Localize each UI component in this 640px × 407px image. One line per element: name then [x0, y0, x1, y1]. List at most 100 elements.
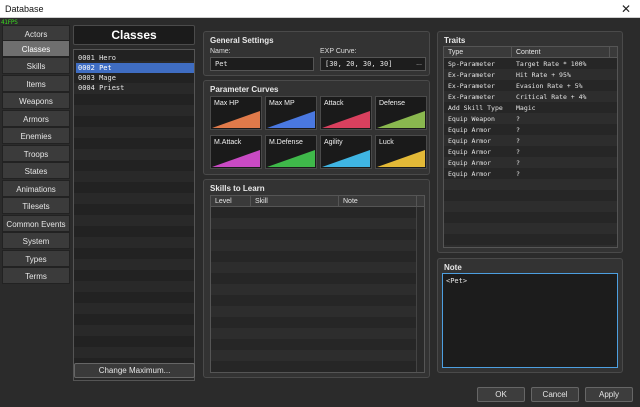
trait-content: ?	[516, 170, 520, 178]
general-settings-group: General Settings Name: Pet EXP Curve: [3…	[203, 31, 430, 76]
parameter-curves-group: Parameter Curves Max HP Max MP Attack Defen…	[203, 80, 430, 175]
trait-type: Equip Armor	[448, 159, 492, 167]
sidebar-item-skills[interactable]: Skills	[2, 57, 70, 74]
exp-curve-edit-button[interactable]: ...	[414, 59, 424, 69]
trait-content: Critical Rate + 4%	[516, 93, 587, 101]
note-textarea[interactable]: <Pet>	[442, 273, 618, 368]
param-curve-graph	[267, 111, 315, 128]
trait-content: Evasion Rate + 5%	[516, 82, 583, 90]
trait-row[interactable]: Add Skill Type Magic	[444, 103, 617, 114]
cancel-button[interactable]: Cancel	[531, 387, 579, 402]
sidebar-item-terms[interactable]: Terms	[2, 267, 70, 284]
exp-curve-field[interactable]: [30, 20, 30, 30] ...	[320, 57, 426, 71]
param-curve-luck[interactable]: Luck	[375, 135, 427, 169]
trait-row[interactable]: Equip Armor?	[444, 147, 617, 158]
param-curve-attack[interactable]: Attack	[320, 96, 372, 130]
trait-row[interactable]: Ex-Parameter Evasion Rate + 5%	[444, 81, 617, 92]
apply-button[interactable]: Apply	[585, 387, 633, 402]
skills-table[interactable]: Level Skill Note	[210, 195, 425, 373]
param-curve-label: Agility	[324, 139, 343, 146]
sidebar-item-troops[interactable]: Troops	[2, 145, 70, 162]
sidebar-item-animations[interactable]: Animations	[2, 180, 70, 197]
column-header-content[interactable]: Content	[512, 47, 610, 58]
trait-type: Equip Armor	[448, 170, 492, 178]
column-header-note[interactable]: Note	[339, 196, 417, 207]
param-curve-graph	[212, 150, 260, 167]
trait-content: ?	[516, 148, 520, 156]
exp-curve-value: [30, 20, 30, 30]	[325, 60, 393, 68]
param-curve-max-mp[interactable]: Max MP	[265, 96, 317, 130]
traits-group: Traits Type Content Sp-Parameter Target R…	[437, 31, 623, 253]
trait-row[interactable]: Equip Weapon?	[444, 114, 617, 125]
trait-content: Magic	[516, 104, 536, 112]
trait-content: Target Rate * 100%	[516, 60, 587, 68]
param-curve-m-defense[interactable]: M.Defense	[265, 135, 317, 169]
sidebar-item-types[interactable]: Types	[2, 250, 70, 267]
skills-scrollbar[interactable]	[416, 207, 424, 372]
class-list[interactable]: 0001 Hero 0002 Pet 0003 Mage 0004 Priest	[73, 49, 195, 381]
class-item-priest[interactable]: 0004 Priest	[76, 83, 194, 93]
param-curve-graph	[377, 111, 425, 128]
column-header-level[interactable]: Level	[211, 196, 251, 207]
trait-type: Ex-Parameter	[448, 71, 495, 79]
exp-curve-label: EXP Curve:	[320, 48, 357, 55]
trait-type: Equip Armor	[448, 148, 492, 156]
trait-content: Hit Rate + 95%	[516, 71, 571, 79]
trait-content: ?	[516, 159, 520, 167]
sidebar-item-common-events[interactable]: Common Events	[2, 215, 70, 232]
change-maximum-button[interactable]: Change Maximum...	[74, 363, 195, 378]
param-curve-label: M.Defense	[269, 139, 303, 146]
param-curve-m-attack[interactable]: M.Attack	[210, 135, 262, 169]
trait-row[interactable]: Sp-Parameter Target Rate * 100%	[444, 59, 617, 70]
sidebar-item-armors[interactable]: Armors	[2, 110, 70, 127]
sidebar-item-items[interactable]: Items	[2, 75, 70, 92]
name-field[interactable]: Pet	[210, 57, 314, 71]
sidebar-item-classes[interactable]: Classes	[2, 40, 70, 57]
param-curve-defense[interactable]: Defense	[375, 96, 427, 130]
sidebar-item-weapons[interactable]: Weapons	[2, 92, 70, 109]
trait-row[interactable]: Equip Armor?	[444, 125, 617, 136]
trait-row[interactable]: Equip Armor?	[444, 136, 617, 147]
param-curve-fill	[377, 150, 425, 167]
param-curve-label: Max MP	[269, 100, 295, 107]
close-icon[interactable]: ✕	[612, 0, 640, 18]
trait-type: Ex-Parameter	[448, 93, 495, 101]
general-settings-title: General Settings	[210, 36, 274, 45]
trait-type: Add Skill Type	[448, 104, 503, 112]
traits-title: Traits	[444, 36, 466, 45]
sidebar-item-system[interactable]: System	[2, 232, 70, 249]
param-curve-label: Attack	[324, 100, 344, 107]
trait-row[interactable]: Ex-Parameter Hit Rate + 95%	[444, 70, 617, 81]
skills-table-body[interactable]	[211, 207, 424, 372]
sidebar-item-enemies[interactable]: Enemies	[2, 127, 70, 144]
sidebar: Actors Classes Skills Items Weapons Armo…	[2, 25, 70, 285]
param-curve-fill	[267, 150, 315, 167]
trait-row[interactable]: Equip Armor?	[444, 158, 617, 169]
trait-content: ?	[516, 137, 520, 145]
param-curve-fill	[322, 111, 370, 128]
param-curve-max-hp[interactable]: Max HP	[210, 96, 262, 130]
column-header-skill[interactable]: Skill	[251, 196, 339, 207]
class-item-pet[interactable]: 0002 Pet	[76, 63, 194, 73]
param-curve-graph	[322, 150, 370, 167]
trait-type: Ex-Parameter	[448, 82, 495, 90]
traits-table[interactable]: Type Content Sp-Parameter Target Rate * 1…	[443, 46, 618, 248]
classes-header: Classes	[73, 25, 195, 45]
class-item-hero[interactable]: 0001 Hero	[76, 53, 194, 63]
column-header-type[interactable]: Type	[444, 47, 512, 58]
trait-type: Equip Weapon	[448, 115, 495, 123]
classes-panel: Classes 0001 Hero 0002 Pet 0003 Mage 000…	[73, 25, 196, 381]
trait-type: Equip Armor	[448, 126, 492, 134]
trait-row[interactable]: Ex-Parameter Critical Rate + 4%	[444, 92, 617, 103]
param-curve-label: Max HP	[214, 100, 239, 107]
sidebar-item-states[interactable]: States	[2, 162, 70, 179]
skills-to-learn-group: Skills to Learn Level Skill Note	[203, 179, 430, 378]
trait-row[interactable]: Equip Armor?	[444, 169, 617, 180]
sidebar-item-tilesets[interactable]: Tilesets	[2, 197, 70, 214]
param-curve-agility[interactable]: Agility	[320, 135, 372, 169]
class-item-mage[interactable]: 0003 Mage	[76, 73, 194, 83]
trait-type: Equip Armor	[448, 137, 492, 145]
ok-button[interactable]: OK	[477, 387, 525, 402]
traits-table-header: Type Content	[444, 47, 617, 58]
param-curve-graph	[267, 150, 315, 167]
